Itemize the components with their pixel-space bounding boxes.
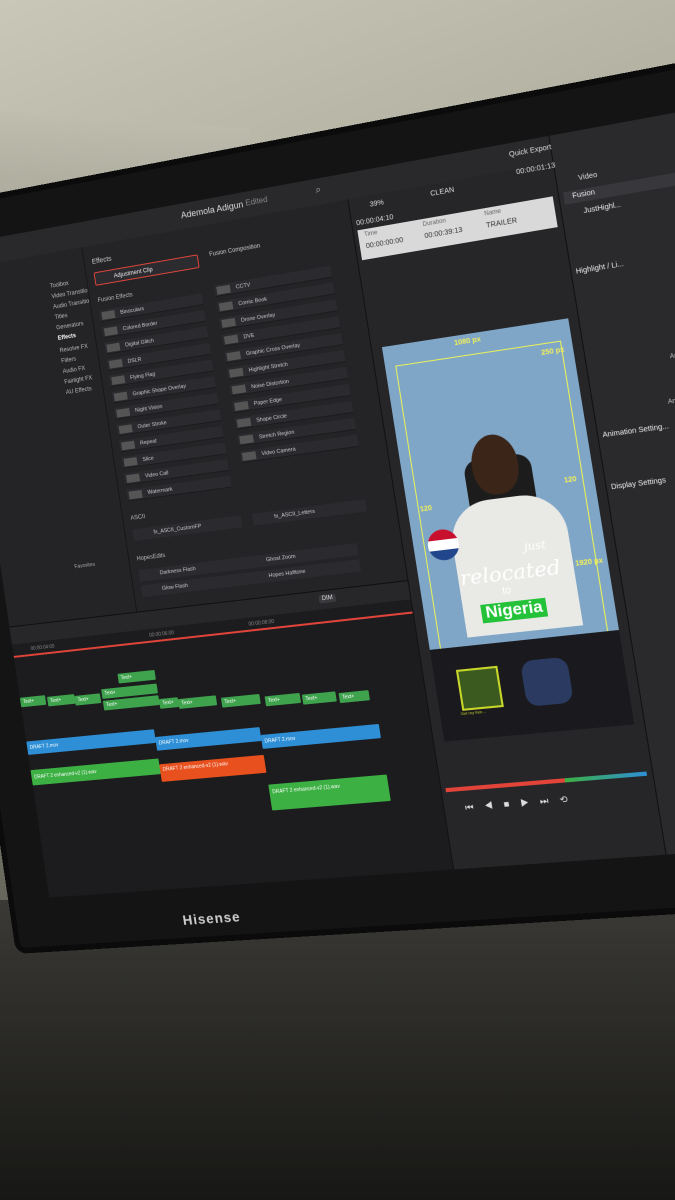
effect-thumbnail: [223, 334, 239, 345]
effect-item[interactable]: fx_ASCII_CustomFP: [132, 515, 243, 542]
video-clip[interactable]: DRAFT 2.mov: [155, 727, 262, 751]
effect-name[interactable]: JustHighl...: [583, 202, 621, 216]
effect-thumbnail: [121, 440, 136, 451]
text-clip[interactable]: Text+: [301, 691, 337, 705]
effect-thumbnail: [123, 457, 138, 467]
effect-thumbnail: [126, 473, 141, 483]
effects-header: Effects: [91, 255, 113, 266]
inspector-param[interactable]: Scale: [628, 566, 675, 585]
search-icon[interactable]: ⌕: [315, 183, 326, 196]
caption-just: just: [523, 537, 547, 554]
time-value: 00:00:00:00: [365, 236, 404, 251]
inspector-param[interactable]: Detail: [623, 534, 675, 553]
effect-thumbnail: [101, 310, 116, 320]
effect-thumbnail: [218, 301, 234, 312]
fusion-composition-item[interactable]: Fusion Composition: [209, 243, 261, 258]
name-value: TRAILER: [485, 217, 518, 230]
text-clip[interactable]: Text+: [177, 695, 218, 709]
video-clip[interactable]: DRAFT 2.mov: [26, 729, 157, 755]
width-guide-label: 1080 px: [453, 336, 482, 348]
project-state: Edited: [244, 194, 269, 208]
monitor: Ademola Adigun Edited ⌕ Toolbox Video Tr…: [0, 61, 675, 948]
ascii-header: ASCII: [130, 514, 146, 522]
text-clip[interactable]: Text+: [74, 693, 102, 706]
nav-item-generators[interactable]: Generators: [56, 321, 84, 331]
effect-thumbnail: [116, 407, 131, 418]
duration-label: Duration: [422, 218, 447, 229]
effect-thumbnail: [103, 326, 118, 337]
text-clip[interactable]: Text+: [117, 669, 156, 684]
caption-to: to: [501, 584, 513, 598]
nav-item-toolbox[interactable]: Toolbox: [50, 281, 70, 290]
inspector-param[interactable]: Corner Radius: [621, 519, 675, 539]
project-title: Ademola Adigun: [180, 199, 245, 221]
effect-thumbnail: [113, 391, 128, 402]
highlight-params: Gre...Bl...Apply Mo...Ble...Blur Si...An…: [549, 112, 675, 406]
time-label: Time: [363, 230, 378, 239]
instagram-icon: [519, 656, 574, 707]
animation-params: Curv...In / Ou...: [549, 112, 675, 136]
audio-clip[interactable]: DRAFT 2 enhanced-v2 (1).wav: [30, 758, 161, 786]
monitor-brand-logo: Hisense: [181, 908, 242, 928]
effect-thumbnail: [221, 317, 236, 328]
video-clip[interactable]: DRAFT 2.mov: [260, 723, 381, 749]
screen: Ademola Adigun Edited ⌕ Toolbox Video Tr…: [0, 112, 675, 898]
display-params: X RefractionY RefractionCorner RadiusDet…: [549, 112, 675, 136]
nav-item-effects[interactable]: Effects: [58, 333, 77, 342]
effect-thumbnail: [228, 367, 244, 378]
nav-item-filters[interactable]: Filters: [61, 357, 77, 365]
inspector-param[interactable]: Y Refraction: [618, 503, 675, 523]
nav-item-fairlight-fx[interactable]: Fairlight FX: [64, 375, 93, 385]
text-clip[interactable]: Text+: [338, 690, 370, 704]
fusion-effects-label: Fusion Effects: [97, 292, 134, 304]
inspector-param[interactable]: Seethe: [631, 582, 675, 600]
nav-item-titles[interactable]: Titles: [54, 313, 68, 321]
view-mode[interactable]: CLEAN: [430, 187, 455, 198]
effect-thumbnail: [236, 417, 252, 428]
dim-button[interactable]: DIM: [318, 593, 337, 604]
qr-code-icon: [455, 665, 504, 711]
text-clip[interactable]: Text+: [158, 697, 180, 709]
effect-thumbnail: [241, 451, 257, 461]
effect-item[interactable]: fx_ASCII_Letters: [252, 499, 367, 526]
effect-thumbnail: [106, 342, 121, 353]
timeline: DIM 00:00:04:00 00:00:06:00 00:00:08:00 …: [9, 580, 454, 898]
name-label: Name: [483, 208, 502, 218]
inspector-param[interactable]: Seethe Rate: [633, 598, 675, 616]
effect-thumbnail: [234, 401, 249, 411]
nav-item-audio-fx[interactable]: Audio FX: [62, 366, 85, 375]
effect-thumbnail: [216, 284, 231, 295]
tab-video[interactable]: Video: [578, 172, 598, 183]
nav-item-au-effects[interactable]: AU Effects: [66, 386, 93, 396]
section-display[interactable]: Display Settings: [611, 477, 667, 491]
inspector-param[interactable]: Contrast: [626, 550, 675, 569]
effect-thumbnail: [118, 424, 133, 434]
effect-thumbnail: [231, 384, 247, 395]
section-highlight[interactable]: Highlight / Li...: [575, 261, 624, 276]
audio-clip[interactable]: DRAFT 2 enhanced-v2 (1).wav: [268, 774, 391, 811]
hopes-header: HopesEdits: [136, 552, 166, 563]
effect-thumbnail: [108, 358, 123, 369]
effect-thumbnail: [226, 351, 242, 362]
audio-clip-selected[interactable]: DRAFT 2 enhanced-v2 (1).wav: [159, 754, 267, 782]
left-guide-label: 120: [419, 504, 433, 514]
transport-controls[interactable]: ⏮ ◀ ■ ▶ ⏭ ⟲: [464, 788, 647, 817]
text-clip[interactable]: Text+: [220, 693, 261, 708]
duration-value: 00:00:39:13: [424, 226, 464, 241]
zoom-level[interactable]: 39%: [369, 199, 384, 208]
section-animation[interactable]: Animation Setting...: [602, 423, 669, 439]
effect-thumbnail: [111, 375, 126, 385]
effect-thumbnail: [239, 434, 254, 445]
clip-info-overlay: Time 00:00:00:00 Duration 00:00:39:13 Na…: [357, 196, 558, 261]
effect-thumbnail: [128, 489, 143, 500]
nav-item-resolve-fx[interactable]: Resolve FX: [59, 344, 88, 354]
text-clip[interactable]: Text+: [264, 692, 302, 707]
desk: [0, 900, 675, 1200]
text-clip[interactable]: Text+: [46, 694, 76, 707]
text-clip[interactable]: Text+: [19, 695, 47, 708]
